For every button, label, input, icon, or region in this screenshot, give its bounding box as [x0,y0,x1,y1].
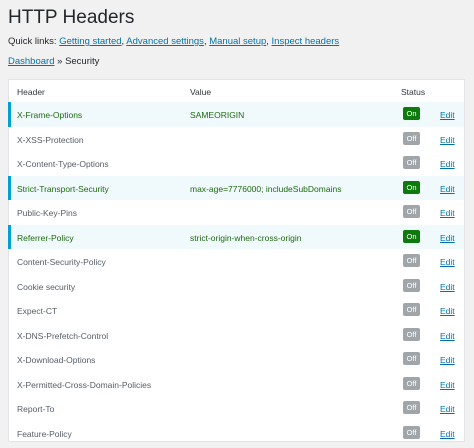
table-row: Content-Security-Policy Off Edit [9,249,464,274]
table-row: X-Frame-Options SAMEORIGIN On Edit [8,102,464,127]
quick-links-label: Quick links: [8,36,57,47]
table-row: Cookie security Off Edit [9,274,464,299]
column-header-status: Status [401,87,426,97]
edit-link[interactable]: Edit [440,159,455,169]
header-name: Feature-Policy [17,428,72,439]
table-row: Report-To Off Edit [9,396,464,421]
status-badge: Off [403,303,420,316]
status-badge: Off [403,425,420,439]
edit-link[interactable]: Edit [440,257,455,267]
header-name: Strict-Transport-Security [17,183,109,194]
status-badge: On [403,180,420,194]
table-row: Expect-CT Off Edit [9,298,464,323]
status-badge: Off [403,278,420,292]
table-row: Strict-Transport-Security max-age=7776000… [8,175,464,200]
edit-link[interactable]: Edit [440,380,455,390]
table-row: X-Download-Options Off Edit [9,347,464,372]
status-badge: Off [403,254,420,267]
table-row: Feature-Policy Off Edit [9,421,464,446]
status-badge: Off [403,352,420,365]
link-manual-setup[interactable]: Manual setup [209,36,266,47]
edit-link[interactable]: Edit [440,208,455,218]
edit-link[interactable]: Edit [440,233,455,243]
header-name: X-Download-Options [17,355,96,365]
status-badge: Off [403,401,420,414]
column-header-header: Header [17,87,45,97]
breadcrumb-dashboard[interactable]: Dashboard [8,56,54,67]
edit-link[interactable]: Edit [440,306,455,316]
breadcrumb-current: Security [65,56,100,67]
link-getting-started[interactable]: Getting started [59,36,121,47]
link-advanced-settings[interactable]: Advanced settings [126,36,204,47]
table-row: Public-Key-Pins Off Edit [9,200,464,225]
edit-link[interactable]: Edit [440,184,455,194]
edit-link[interactable]: Edit [440,135,455,145]
table-row: X-Content-Type-Options Off Edit [9,151,464,176]
page-title: HTTP Headers [8,7,135,28]
header-name: X-Permitted-Cross-Domain-Policies [17,379,152,390]
header-value: max-age=7776000; includeSubDomains [190,183,342,194]
status-badge: Off [403,156,420,169]
status-badge: On [403,229,420,243]
header-value: SAMEORIGIN [190,110,245,120]
breadcrumb: Dashboard » Security [8,56,99,68]
breadcrumb-separator: » [57,56,63,67]
header-name: Public-Key-Pins [17,208,77,218]
header-name: X-DNS-Prefetch-Control [17,330,109,341]
column-header-value: Value [190,87,212,97]
header-name: X-Content-Type-Options [17,159,109,169]
table-row: Referrer-Policy strict-origin-when-cross-… [8,224,464,249]
edit-link[interactable]: Edit [440,282,455,292]
header-name: Cookie security [17,281,76,292]
status-badge: Off [403,131,420,145]
table-header-row: Header Value Status [9,80,464,103]
header-name: X-Frame-Options [17,110,83,120]
edit-link[interactable]: Edit [440,355,455,365]
status-badge: Off [403,376,420,390]
link-inspect-headers[interactable]: Inspect headers [272,36,340,47]
header-name: Expect-CT [17,306,58,316]
header-name: Referrer-Policy [17,232,74,243]
edit-link[interactable]: Edit [440,110,455,120]
table-row: X-DNS-Prefetch-Control Off Edit [9,323,464,348]
edit-link[interactable]: Edit [440,429,455,439]
header-name: Content-Security-Policy [17,257,106,267]
header-name: X-XSS-Protection [17,134,84,145]
status-badge: On [403,107,420,120]
edit-link[interactable]: Edit [440,404,455,414]
headers-table: Header Value Status X-Frame-Options SAMEO… [8,79,465,442]
table-row: X-XSS-Protection Off Edit [9,127,464,152]
table-row: X-Permitted-Cross-Domain-Policies Off Edit [9,372,464,397]
status-badge: Off [403,205,420,218]
quick-links: Quick links: Getting started, Advanced s… [8,36,340,47]
header-value: strict-origin-when-cross-origin [190,232,302,243]
status-badge: Off [403,327,420,341]
header-name: Report-To [17,404,55,414]
edit-link[interactable]: Edit [440,331,455,341]
